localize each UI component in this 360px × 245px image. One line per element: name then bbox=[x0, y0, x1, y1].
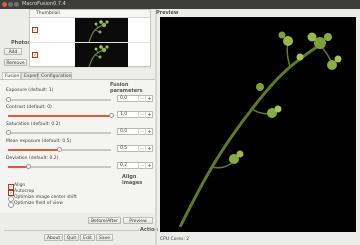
photo-row[interactable]: ✓ bbox=[30, 43, 150, 68]
increment-button[interactable]: + bbox=[145, 163, 153, 169]
deviation-spinbox[interactable]: 0,2 − + bbox=[117, 162, 153, 169]
photo-row-checkbox[interactable]: ✓ bbox=[32, 52, 38, 58]
mean-exposure-slider[interactable] bbox=[8, 147, 111, 152]
slider-fill bbox=[8, 115, 111, 117]
fusion-tab-panel: Fusion parameters Exposure (default: 1) … bbox=[0, 79, 155, 213]
contrast-spinbox[interactable]: 1,0 − + bbox=[117, 111, 153, 118]
cpu-cores-status: CPU Cores: 2 bbox=[160, 237, 190, 242]
spin-value[interactable]: 0,0 bbox=[120, 129, 127, 135]
edit-button[interactable]: Edit bbox=[80, 234, 95, 241]
title-bar: MacroFusion0.7.4 bbox=[0, 0, 360, 9]
deviation-slider[interactable] bbox=[8, 164, 111, 169]
thumbnail-column-header: Thumbnail bbox=[30, 10, 150, 18]
mean-exposure-label: Mean exposure (default: 0.5) bbox=[6, 139, 72, 144]
tab-expert[interactable]: Expert bbox=[21, 72, 39, 79]
exposure-slider[interactable] bbox=[5, 97, 111, 102]
slider-knob[interactable] bbox=[5, 97, 11, 102]
about-button[interactable]: About bbox=[44, 234, 63, 241]
slider-knob[interactable] bbox=[26, 164, 32, 169]
side-branch bbox=[286, 42, 291, 68]
spin-value[interactable]: 0,0 bbox=[120, 96, 127, 102]
slider-knob[interactable] bbox=[57, 147, 62, 152]
minimize-window-icon[interactable] bbox=[8, 2, 13, 7]
increment-button[interactable]: + bbox=[145, 112, 153, 118]
window-title: MacroFusion0.7.4 bbox=[22, 1, 66, 7]
optimize-fov-label: Optimize field of view bbox=[14, 201, 63, 206]
mean-exposure-spinbox[interactable]: 0,5 − + bbox=[117, 145, 153, 152]
slider-knob[interactable] bbox=[5, 130, 11, 135]
add-button[interactable]: Add bbox=[4, 48, 22, 55]
slider-knob[interactable] bbox=[108, 113, 114, 118]
exposure-spinbox[interactable]: 0,0 − + bbox=[117, 95, 153, 102]
saturation-label: Saturation (default: 0.2) bbox=[6, 122, 61, 127]
tab-configuration[interactable]: Configuration bbox=[38, 72, 72, 79]
exposure-label: Exposure (default: 1) bbox=[6, 88, 54, 93]
preview-image-area bbox=[160, 17, 356, 232]
saturation-spinbox[interactable]: 0,0 − + bbox=[117, 128, 153, 135]
align-images-title: Align images bbox=[122, 174, 143, 186]
spin-value[interactable]: 0,5 bbox=[120, 146, 127, 152]
quit-button[interactable]: Quit bbox=[64, 234, 79, 241]
increment-button[interactable]: + bbox=[145, 129, 153, 135]
preview-button[interactable]: Preview bbox=[123, 217, 153, 224]
flower-preview-image bbox=[178, 31, 342, 228]
flower-thumbnail-image bbox=[88, 45, 109, 67]
photo-thumbnail bbox=[75, 43, 128, 67]
photo-thumbnail bbox=[75, 18, 128, 42]
photo-table: Thumbnail ✓ ✓ bbox=[29, 9, 151, 68]
maximize-window-icon[interactable] bbox=[14, 2, 19, 7]
slider-fill bbox=[8, 149, 60, 151]
increment-button[interactable]: + bbox=[145, 146, 153, 152]
close-window-icon[interactable] bbox=[2, 2, 7, 7]
spin-value[interactable]: 0,2 bbox=[120, 163, 127, 169]
fusion-parameters-title: Fusion parameters bbox=[110, 82, 143, 94]
saturation-slider[interactable] bbox=[5, 130, 111, 135]
stem-shape bbox=[178, 43, 321, 228]
panel-splitter[interactable] bbox=[155, 9, 157, 245]
spin-value[interactable]: 1,0 bbox=[120, 112, 127, 118]
align-option-label: Align bbox=[14, 183, 26, 188]
contrast-slider[interactable] bbox=[8, 113, 114, 118]
action-separator-left bbox=[4, 230, 139, 231]
increment-button[interactable]: + bbox=[145, 96, 153, 102]
photo-row[interactable]: ✓ bbox=[30, 18, 150, 43]
optimize-center-shift-label: Optimize image center shift bbox=[14, 195, 77, 200]
photos-label: Photos bbox=[11, 40, 31, 46]
flower-thumbnail-image bbox=[88, 20, 109, 42]
deviation-label: Deviation (default: 0.2) bbox=[6, 156, 59, 161]
tab-fusion[interactable]: Fusion bbox=[2, 72, 21, 79]
save-button[interactable]: Save bbox=[96, 234, 113, 241]
remove-button[interactable]: Remove bbox=[4, 59, 27, 66]
preview-label: Preview bbox=[156, 10, 179, 16]
before-after-button[interactable]: Before/After bbox=[88, 217, 121, 224]
contrast-label: Contrast (default: 0) bbox=[6, 105, 52, 110]
autocrop-option-label: Autocrop bbox=[14, 189, 35, 194]
photo-row-checkbox[interactable]: ✓ bbox=[32, 27, 38, 33]
